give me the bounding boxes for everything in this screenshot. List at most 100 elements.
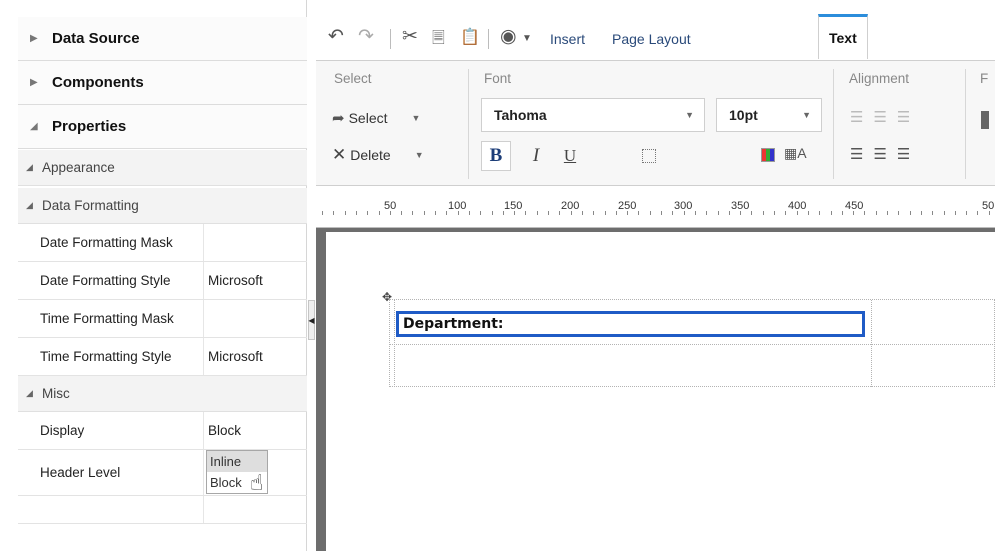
align-buttons[interactable]: ☰☰☰ xyxy=(850,145,920,163)
ruler-tick xyxy=(536,211,538,215)
ruler-tick xyxy=(966,211,968,215)
ruler-tick xyxy=(480,211,482,215)
ruler-tick xyxy=(344,211,346,215)
chevron-down-icon[interactable]: ▼ xyxy=(412,113,421,123)
ruler-tick xyxy=(954,211,956,215)
delete-label: Delete xyxy=(350,147,391,163)
section-title-alignment: Alignment xyxy=(849,71,910,86)
ruler-tick xyxy=(502,211,504,215)
font-name-dropdown[interactable]: Tahoma ▼ xyxy=(481,98,705,132)
option-inline[interactable]: Inline xyxy=(207,451,267,472)
department-label-cell[interactable]: Department: xyxy=(396,311,865,337)
ruler-tick xyxy=(615,211,617,215)
collapse-arrow-icon: ◢ xyxy=(26,200,33,210)
italic-button[interactable]: I xyxy=(523,141,549,171)
bold-button[interactable]: B xyxy=(481,141,511,171)
font-size-value: 10pt xyxy=(729,107,758,123)
section-title-font: Font xyxy=(484,71,512,86)
ruler-tick xyxy=(751,211,753,215)
tab-insert[interactable]: Insert xyxy=(550,17,585,61)
ruler-tick xyxy=(898,211,900,215)
ruler-tick xyxy=(322,211,323,215)
delete-button[interactable]: ✕ Delete ▼ xyxy=(332,145,424,165)
ruler-tick xyxy=(706,211,708,215)
ruler-tick xyxy=(920,211,922,215)
copy-icon[interactable]: 🗏 xyxy=(432,27,445,54)
ruler-tick xyxy=(581,211,583,215)
ruler-tick xyxy=(423,211,425,215)
cut-icon[interactable]: ✂ xyxy=(402,25,418,48)
section-divider xyxy=(965,69,966,179)
property-row-time-formatting-style[interactable]: Time Formatting Style Microsoft xyxy=(18,338,307,376)
undo-icon[interactable]: ↶ xyxy=(328,25,344,48)
paste-icon[interactable]: 📋 xyxy=(460,27,480,47)
border-icon[interactable] xyxy=(642,149,656,163)
property-name: Time Formatting Mask xyxy=(18,300,204,337)
property-value[interactable]: Microsoft xyxy=(204,262,263,299)
font-color-icon[interactable]: ▦A xyxy=(784,145,807,162)
group-label: Data Formatting xyxy=(42,198,139,213)
align-buttons-disabled: ☰☰☰ xyxy=(850,109,921,126)
delete-x-icon: ✕ xyxy=(332,145,347,164)
property-value[interactable]: Block xyxy=(204,412,241,449)
property-name: Time Formatting Style xyxy=(18,338,204,375)
property-row-display[interactable]: Display Block xyxy=(18,412,307,450)
group-appearance[interactable]: ◢ Appearance xyxy=(18,150,307,186)
ruler-tick xyxy=(977,211,979,215)
ruler-tick xyxy=(378,211,380,215)
property-row-date-formatting-style[interactable]: Date Formatting Style Microsoft xyxy=(18,262,307,300)
group-data-formatting[interactable]: ◢ Data Formatting xyxy=(18,188,307,224)
ruler-tick xyxy=(988,211,990,215)
ruler-tick xyxy=(593,211,595,215)
select-button[interactable]: ➦ Select ▼ xyxy=(332,109,420,127)
ruler-tick xyxy=(638,211,640,215)
accordion-data-source[interactable]: ▶ Data Source xyxy=(18,17,307,61)
ruler-tick xyxy=(649,211,651,215)
redo-icon[interactable]: ↷ xyxy=(358,25,374,48)
property-value[interactable] xyxy=(204,224,208,261)
property-value[interactable] xyxy=(204,300,208,337)
ruler-tick xyxy=(525,211,527,215)
accordion-label: Data Source xyxy=(52,30,140,47)
accordion-components[interactable]: ▶ Components xyxy=(18,61,307,105)
ruler-tick xyxy=(875,211,877,215)
chevron-down-icon[interactable]: ▼ xyxy=(415,150,424,160)
ruler-tick xyxy=(435,211,436,215)
property-value[interactable]: Microsoft xyxy=(204,338,263,375)
property-name: Date Formatting Style xyxy=(18,262,204,299)
ruler-tick xyxy=(909,211,911,215)
tab-page-layout[interactable]: Page Layout xyxy=(612,17,691,61)
report-page xyxy=(326,232,995,551)
select-label: Select xyxy=(348,110,388,126)
accordion-label: Components xyxy=(52,74,144,91)
ruler-tick xyxy=(683,211,685,215)
preview-icon[interactable]: ◉ xyxy=(500,25,517,48)
chevron-down-icon[interactable]: ▼ xyxy=(522,33,532,44)
group-label: Misc xyxy=(42,386,70,401)
toolbar-divider xyxy=(488,29,489,49)
chevron-down-icon: ▼ xyxy=(685,110,694,120)
horizontal-ruler: 50 100 150 200 250 300 350 400 450 50 xyxy=(316,186,995,228)
tab-text[interactable]: Text xyxy=(818,14,868,59)
accordion-properties[interactable]: ◢ Properties xyxy=(18,105,307,149)
ruler-tick xyxy=(604,211,606,215)
group-misc[interactable]: ◢ Misc xyxy=(18,376,307,412)
property-row-date-formatting-mask[interactable]: Date Formatting Mask xyxy=(18,224,307,262)
ruler-tick xyxy=(672,211,674,215)
ruler-tick xyxy=(389,211,391,215)
property-value xyxy=(204,496,208,523)
ribbon-panel: Select ➦ Select ▼ ✕ Delete ▼ Font Tahoma… xyxy=(316,61,995,186)
underline-button[interactable]: U xyxy=(557,141,583,171)
group-label: Appearance xyxy=(42,160,115,175)
collapse-arrow-icon: ◢ xyxy=(26,162,33,172)
font-size-dropdown[interactable]: 10pt ▼ xyxy=(716,98,822,132)
hand-pointer-cursor-icon: ☝ xyxy=(250,470,264,495)
highlight-color-icon[interactable] xyxy=(761,148,775,162)
ruler-tick xyxy=(796,211,798,215)
ruler-tick xyxy=(468,211,470,215)
property-row-time-formatting-mask[interactable]: Time Formatting Mask xyxy=(18,300,307,338)
ruler-tick xyxy=(333,211,335,215)
ruler-tick xyxy=(932,211,934,215)
panel-splitter-handle[interactable]: ◀ xyxy=(308,300,315,340)
ruler-tick xyxy=(627,211,629,215)
